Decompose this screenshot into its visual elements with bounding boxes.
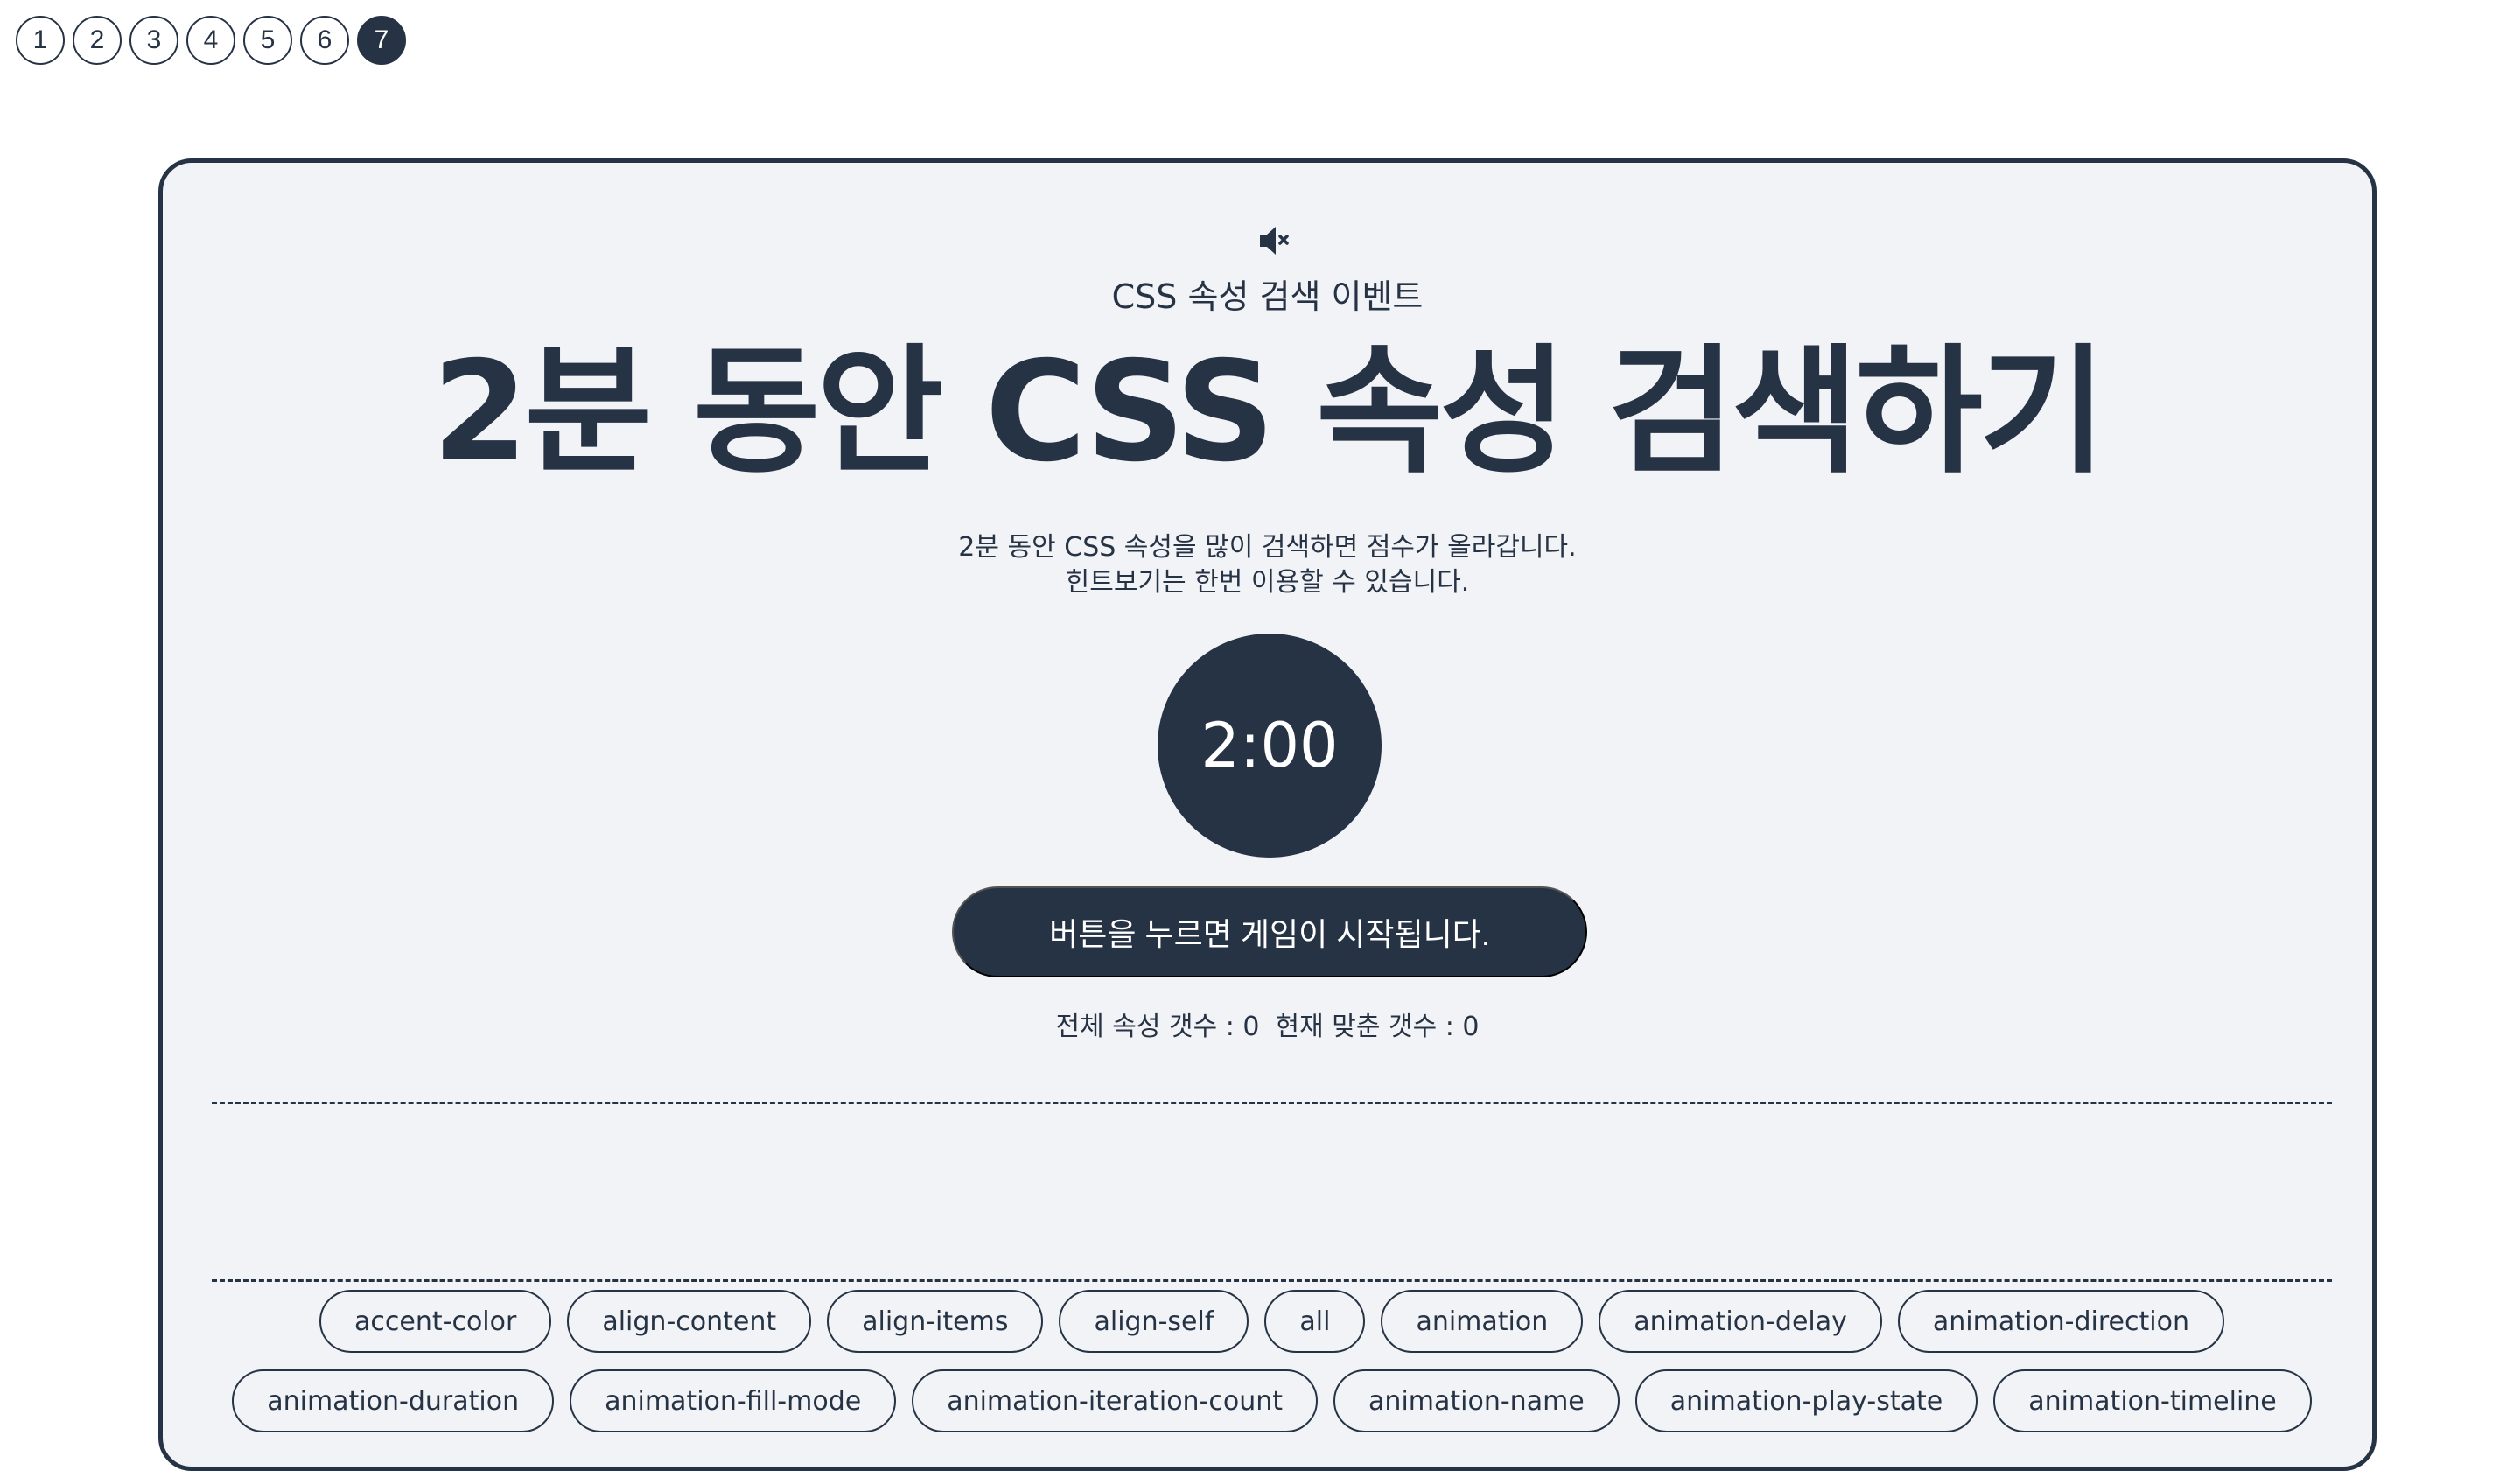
property-tag: animation-fill-mode xyxy=(570,1369,897,1432)
page-5-button[interactable]: 5 xyxy=(243,16,292,65)
property-tag: accent-color xyxy=(319,1290,552,1353)
page-4-button[interactable]: 4 xyxy=(186,16,235,65)
page-3-button[interactable]: 3 xyxy=(130,16,178,65)
property-tag: animation-direction xyxy=(1897,1290,2224,1353)
speaker-muted-icon[interactable] xyxy=(1253,219,1297,263)
found-properties-area xyxy=(212,1106,2332,1278)
page-7-button[interactable]: 7 xyxy=(357,16,406,65)
property-tag: align-self xyxy=(1059,1290,1250,1353)
property-tag: align-content xyxy=(567,1290,812,1353)
description-line-2: 힌트보기는 한번 이용할 수 있습니다. xyxy=(1065,567,1470,598)
divider-bottom xyxy=(212,1279,2332,1282)
description-line-1: 2분 동안 CSS 속성을 많이 검색하면 점수가 올라갑니다. xyxy=(958,532,1577,563)
current-count: 현재 맞춘 갯수 : 0 xyxy=(1275,1012,1480,1042)
start-game-button[interactable]: 버튼을 누르면 게임이 시작됩니다. xyxy=(952,886,1587,977)
page-6-button[interactable]: 6 xyxy=(300,16,349,65)
property-tag: animation-iteration-count xyxy=(912,1369,1319,1432)
divider-top xyxy=(212,1102,2332,1104)
property-tag: animation-timeline xyxy=(1993,1369,2312,1432)
property-tag: all xyxy=(1264,1290,1366,1353)
event-subtitle: CSS 속성 검색 이벤트 xyxy=(1111,277,1424,316)
property-tag: animation xyxy=(1381,1290,1584,1353)
property-list: accent-color align-content align-items a… xyxy=(212,1290,2332,1432)
countdown-timer: 2:00 xyxy=(1158,634,1382,858)
property-tag: animation-delay xyxy=(1599,1290,1882,1353)
property-tag: animation-name xyxy=(1334,1369,1620,1432)
total-count: 전체 속성 갯수 : 0 xyxy=(1055,1012,1260,1042)
game-card: CSS 속성 검색 이벤트 2분 동안 CSS 속성 검색하기 2분 동안 CS… xyxy=(158,158,2376,1471)
property-tag: align-items xyxy=(827,1290,1044,1353)
score-stats: 전체 속성 갯수 : 0 현재 맞춘 갯수 : 0 xyxy=(163,1005,2372,1043)
property-tag: animation-duration xyxy=(232,1369,555,1432)
page-1-button[interactable]: 1 xyxy=(16,16,65,65)
page-2-button[interactable]: 2 xyxy=(73,16,122,65)
page-title: 2분 동안 CSS 속성 검색하기 xyxy=(431,332,2107,493)
timer-value: 2:00 xyxy=(1200,710,1339,781)
game-description: 2분 동안 CSS 속성을 많이 검색하면 점수가 올라갑니다. 힌트보기는 한… xyxy=(163,530,2372,600)
pagination: 1 2 3 4 5 6 7 xyxy=(16,16,406,65)
property-tag: animation-play-state xyxy=(1634,1369,1978,1432)
